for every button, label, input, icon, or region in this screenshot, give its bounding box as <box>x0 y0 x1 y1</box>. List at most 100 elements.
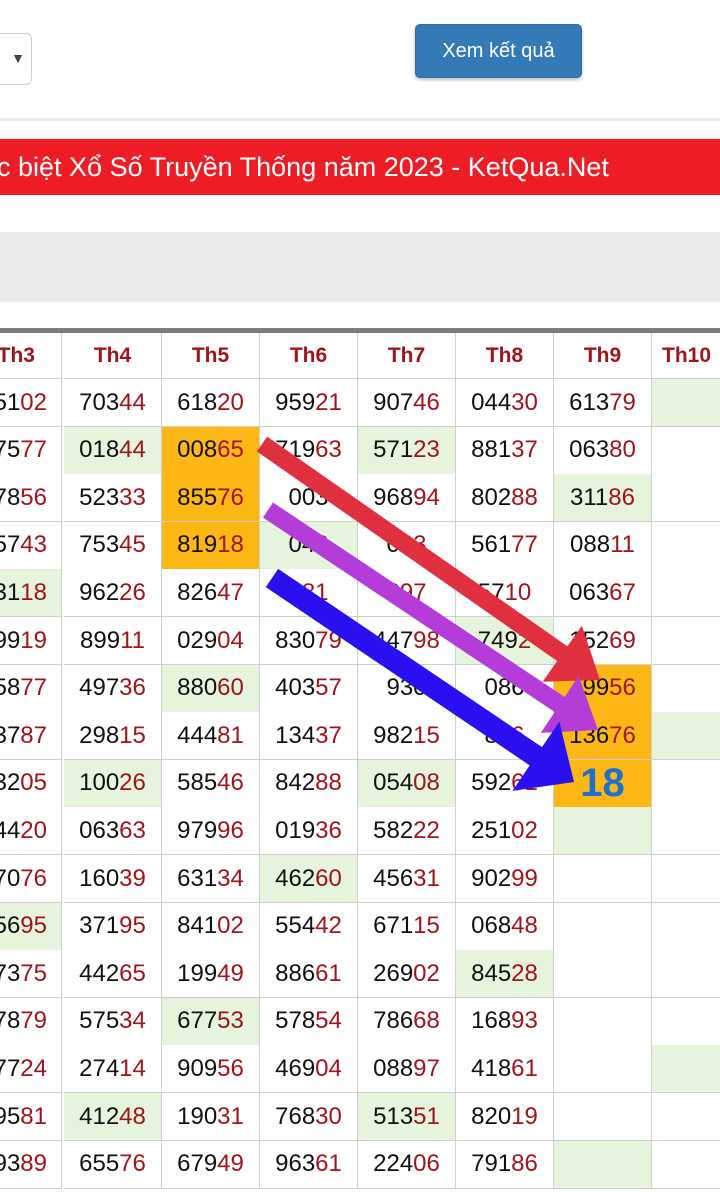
result-cell: 753 45 <box>64 521 162 570</box>
cell-head-digits: 371 <box>79 912 120 940</box>
cell-tail-digits: 42 <box>315 912 342 940</box>
cell-head-digits: 168 <box>471 1007 512 1035</box>
column-header[interactable]: Th6 <box>260 333 358 379</box>
result-cell: 585 46 <box>162 759 260 808</box>
result-cell <box>652 426 720 475</box>
cell-head-digits: 820 <box>471 1102 512 1130</box>
cell-tail-digits: 2 <box>517 626 532 654</box>
result-cell: 826 47 <box>162 569 260 618</box>
result-cell: 842 88 <box>260 759 358 808</box>
result-cell: 618 20 <box>162 379 260 427</box>
cell-head-digits: 786 <box>373 1007 414 1035</box>
result-cell <box>554 1045 652 1094</box>
result-cell: 442 65 <box>64 950 162 999</box>
cell-head-digits: 469 <box>275 1054 316 1082</box>
cell-tail-digits: 65 <box>217 436 244 464</box>
column-header[interactable]: Th3 <box>0 333 62 379</box>
cell-head-digits: 456 <box>373 864 414 892</box>
cell-tail-digits: 77 <box>20 436 47 464</box>
cell-head-digits: 412 <box>79 1102 120 1130</box>
cell-tail-digits: 88 <box>511 483 538 511</box>
cell-tail-digits: 66 <box>497 721 525 749</box>
cell-head-digits: 8 <box>484 721 498 749</box>
cell-head-digits: 497 <box>79 674 120 702</box>
cell-tail-digits: 76 <box>20 864 47 892</box>
cell-head-digits: 719 <box>275 436 316 464</box>
result-cell: 886 61 <box>260 950 358 999</box>
column-header[interactable]: Th10 <box>652 333 720 379</box>
cell-head-digits: 585 <box>177 769 218 797</box>
cell-tail-digits: 43 <box>20 531 47 559</box>
result-cell: 845 28 <box>456 950 554 999</box>
result-cell: 0 81 <box>260 569 358 618</box>
column-header[interactable]: Th9 <box>554 333 652 379</box>
result-cell: 269 02 <box>358 950 456 999</box>
result-cell: 160 39 <box>64 855 162 903</box>
cell-head-digits: 703 <box>79 388 120 416</box>
column-header[interactable]: Th7 <box>358 333 456 379</box>
cell-head-digits: 56 <box>0 912 21 940</box>
result-cell: 592 61 <box>456 759 554 808</box>
result-cell <box>652 1140 720 1189</box>
result-cell: 7375 <box>0 950 62 999</box>
cell-head-digits: 99 <box>0 626 21 654</box>
cell-head-digits: 190 <box>177 1102 218 1130</box>
result-cell <box>652 474 720 523</box>
cell-head-digits: 18 <box>580 760 625 805</box>
cell-head-digits: 578 <box>275 1007 316 1035</box>
cell-tail-digits: 51 <box>413 1102 440 1130</box>
cell-tail-digits: 61 <box>315 959 342 987</box>
cell-head-digits: 088 <box>570 531 611 559</box>
cell-tail-digits: 93 <box>511 1007 538 1035</box>
cell-tail-digits: 05 <box>20 769 47 797</box>
result-cell: 9389 <box>0 1140 62 1189</box>
cell-head-digits: 930 <box>386 674 427 702</box>
result-cell: 703 44 <box>64 379 162 427</box>
result-cell: 088 11 <box>554 521 652 570</box>
result-cell <box>652 664 720 713</box>
result-cell: 749 2 <box>456 617 554 665</box>
cell-head-digits: 655 <box>79 1150 120 1178</box>
result-cell: 5102 <box>0 379 62 427</box>
cell-tail-digits: 97 <box>413 1054 440 1082</box>
cell-head-digits: 93 <box>0 1150 21 1178</box>
result-cell: 8 66 <box>456 712 554 761</box>
result-cell: 0 83 <box>358 521 456 570</box>
cell-tail-digits: 56 <box>20 483 47 511</box>
result-cell <box>652 521 720 570</box>
result-cell: 086 <box>456 664 554 713</box>
cell-tail-digits: 36 <box>119 674 146 702</box>
result-cell: 561 77 <box>456 521 554 570</box>
cell-tail-digits: 31 <box>217 1102 244 1130</box>
cell-head-digits: 523 <box>79 483 120 511</box>
view-results-button[interactable]: Xem kết quả <box>415 24 582 78</box>
result-cell: 5695 <box>0 902 62 951</box>
column-header[interactable]: Th4 <box>64 333 162 379</box>
result-cell: 251 02 <box>456 807 554 856</box>
cell-head-digits: 054 <box>373 769 414 797</box>
cell-head-digits: 73 <box>0 959 21 987</box>
cell-tail-digits: 75 <box>20 959 47 987</box>
cell-tail-digits: 99 <box>511 864 538 892</box>
cell-head-digits: 554 <box>275 912 316 940</box>
date-select[interactable]: ▼ <box>0 33 32 85</box>
cell-tail-digits: 79 <box>609 388 636 416</box>
cell-tail-digits: 22 <box>413 816 440 844</box>
result-cell: 902 99 <box>456 855 554 903</box>
column-header[interactable]: Th5 <box>162 333 260 379</box>
cell-tail-digits: 49 <box>217 959 244 987</box>
cell-head-digits: 880 <box>177 674 218 702</box>
cell-head-digits: 909 <box>177 1054 218 1082</box>
cell-head-digits: 58 <box>0 674 21 702</box>
result-cell <box>652 712 720 761</box>
cell-head-digits: 0 <box>288 578 302 606</box>
cell-tail-digits: 87 <box>20 721 47 749</box>
column-header[interactable]: Th8 <box>456 333 554 379</box>
cell-tail-digits: 98 <box>413 626 440 654</box>
result-cell: 444 81 <box>162 712 260 761</box>
cell-tail-digits: 30 <box>315 1102 342 1130</box>
result-cell: 190 31 <box>162 1093 260 1141</box>
result-cell: 274 14 <box>64 1045 162 1094</box>
result-cell: 571 23 <box>358 426 456 475</box>
result-cell: 909 56 <box>162 1045 260 1094</box>
